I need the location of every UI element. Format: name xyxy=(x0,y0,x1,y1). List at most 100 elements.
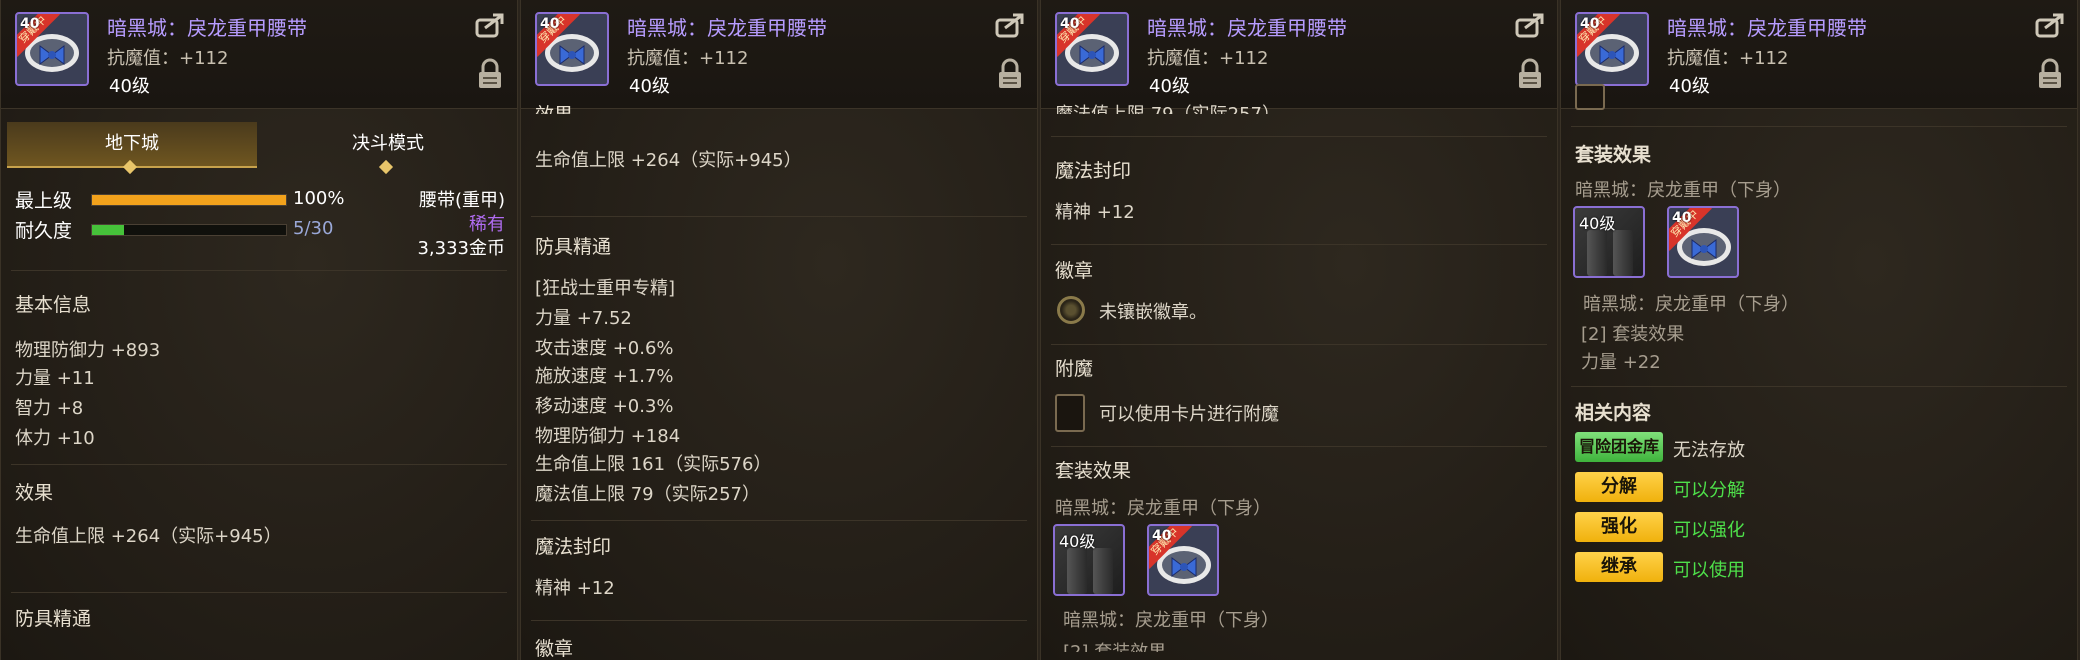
lock-icon[interactable] xyxy=(1517,58,1543,90)
seal-title: 魔法封印 xyxy=(1055,160,1132,182)
bow-icon xyxy=(559,45,585,65)
divider xyxy=(531,216,1027,217)
inherit-button[interactable]: 继承 xyxy=(1575,552,1663,582)
item-stat: 抗魔值：+112 xyxy=(1667,48,1789,69)
effect-line: 生命值上限 +264（实际+945） xyxy=(15,526,282,547)
item-header: 穿戴中 40 暗黑城：戾龙重甲腰带 抗魔值：+112 40级 xyxy=(1041,0,1557,109)
divider xyxy=(1051,244,1547,245)
item-rarity: 稀有 xyxy=(469,214,505,235)
mastery-line: 魔法值上限 79（实际257） xyxy=(535,484,760,505)
set-title: 套装效果 xyxy=(1055,460,1132,482)
icon-level-number: 40 xyxy=(1580,16,1600,32)
enchant-title: 附魔 xyxy=(1055,358,1094,380)
basic-line: 体力 +10 xyxy=(15,428,95,449)
mastery-line: 力量 +7.52 xyxy=(535,308,632,329)
grade-label: 最上级 xyxy=(15,190,73,212)
enchant-line: 可以使用卡片进行附魔 xyxy=(1099,404,1279,425)
divider xyxy=(11,270,507,271)
set-bonus-line: 力量 +22 xyxy=(1581,352,1661,373)
badge-slot-icon xyxy=(1057,296,1085,324)
card-slot-icon xyxy=(1575,84,1605,110)
set-piece-pants-icon[interactable]: 40级 xyxy=(1573,206,1645,278)
lock-icon[interactable] xyxy=(997,58,1023,90)
set-piece-level: 40级 xyxy=(1579,214,1616,233)
item-stat: 抗魔值：+112 xyxy=(107,48,229,69)
item-header: 穿戴中 40 暗黑城：戾龙重甲腰带 抗魔值：+112 40级 xyxy=(1561,0,2077,109)
bow-icon xyxy=(1599,45,1625,65)
icon-level-number: 40 xyxy=(540,16,560,32)
mastery-title: 防具精通 xyxy=(15,608,92,630)
pants-leg xyxy=(1093,548,1113,594)
set-piece-level: 40级 xyxy=(1059,532,1096,551)
effect-line: 生命值上限 +264（实际+945） xyxy=(535,150,802,171)
divider xyxy=(11,464,507,465)
vault-note: 无法存放 xyxy=(1673,440,1745,461)
share-icon[interactable] xyxy=(1515,12,1545,38)
effect-title: 效果 xyxy=(15,482,54,504)
set-title: 套装效果 xyxy=(1575,144,1652,166)
mastery-line: 生命值上限 161（实际576） xyxy=(535,454,772,475)
reinforce-note: 可以强化 xyxy=(1673,520,1745,541)
grade-bar-fill xyxy=(92,195,286,205)
tooltip-panel-4: 穿戴中 40 暗黑城：戾龙重甲腰带 抗魔值：+112 40级 套装效果 暗黑城：… xyxy=(1560,0,2078,660)
pants-leg xyxy=(1587,230,1607,276)
durability-label: 耐久度 xyxy=(15,220,73,242)
icon-level-number: 40 xyxy=(1060,16,1080,32)
mastery-line: 施放速度 +1.7% xyxy=(535,366,674,387)
inherit-note: 可以使用 xyxy=(1673,560,1745,581)
badge-line: 未镶嵌徽章。 xyxy=(1099,302,1207,323)
item-icon: 穿戴中 40 xyxy=(1575,12,1649,86)
set-piece-belt-icon[interactable]: 穿戴中 40 xyxy=(1147,524,1219,596)
item-icon: 穿戴中 40 xyxy=(535,12,609,86)
card-slot-icon xyxy=(1055,394,1085,432)
divider xyxy=(1051,344,1547,345)
reinforce-button[interactable]: 强化 xyxy=(1575,512,1663,542)
item-type: 腰带(重甲) xyxy=(418,190,505,211)
bow-icon xyxy=(39,45,65,65)
share-icon[interactable] xyxy=(475,12,505,38)
mastery-line: 移动速度 +0.3% xyxy=(535,396,674,417)
tab-marker xyxy=(122,159,138,175)
item-level: 40级 xyxy=(629,76,670,97)
set-name: 暗黑城：戾龙重甲（下身） xyxy=(1055,498,1271,519)
seal-line: 精神 +12 xyxy=(1055,202,1135,223)
set-piece-belt-icon[interactable]: 穿戴中 40 xyxy=(1667,206,1739,278)
item-name: 暗黑城：戾龙重甲腰带 xyxy=(1147,16,1347,40)
set-bonus-title: [2] 套装效果 xyxy=(1581,324,1685,345)
divider xyxy=(1051,446,1547,447)
tab-dungeon[interactable]: 地下城 xyxy=(7,122,257,175)
item-name: 暗黑城：戾龙重甲腰带 xyxy=(1667,16,1867,40)
item-name: 暗黑城：戾龙重甲腰带 xyxy=(107,16,307,40)
bow-icon xyxy=(1079,45,1105,65)
item-header: 穿戴中 40 暗黑城：戾龙重甲腰带 抗魔值：+112 40级 xyxy=(1,0,517,109)
divider xyxy=(1571,126,2067,127)
share-icon[interactable] xyxy=(2035,12,2065,38)
share-icon[interactable] xyxy=(995,12,1025,38)
divider xyxy=(1571,386,2067,387)
item-level: 40级 xyxy=(109,76,150,97)
item-price: 3,333金币 xyxy=(417,238,505,259)
disassemble-button[interactable]: 分解 xyxy=(1575,472,1663,502)
pants-leg xyxy=(1613,230,1633,276)
set-name: 暗黑城：戾龙重甲（下身） xyxy=(1575,180,1791,201)
icon-level-number: 40 xyxy=(1152,528,1172,544)
tab-duel[interactable]: 决斗模式 xyxy=(263,122,513,175)
effect-title-cut: 效果 xyxy=(535,100,573,114)
basic-line: 力量 +11 xyxy=(15,368,95,389)
seal-line: 精神 +12 xyxy=(535,578,615,599)
adventure-vault-button[interactable]: 冒险团金库 xyxy=(1575,432,1663,462)
item-stat: 抗魔值：+112 xyxy=(627,48,749,69)
grade-bar xyxy=(91,194,287,206)
grade-value: 100% xyxy=(293,188,345,209)
item-name: 暗黑城：戾龙重甲腰带 xyxy=(627,16,827,40)
lock-icon[interactable] xyxy=(2037,58,2063,90)
set-piece-name: 暗黑城：戾龙重甲（下身） xyxy=(1583,294,1799,315)
tooltip-panel-3: 穿戴中 40 暗黑城：戾龙重甲腰带 抗魔值：+112 40级 魔法值上限 79（… xyxy=(1040,0,1558,660)
item-stat: 抗魔值：+112 xyxy=(1147,48,1269,69)
icon-level-number: 40 xyxy=(1672,210,1692,226)
lock-icon[interactable] xyxy=(477,58,503,90)
durability-bar xyxy=(91,224,287,236)
durability-value: 5/30 xyxy=(293,218,334,239)
set-piece-pants-icon[interactable]: 40级 xyxy=(1053,524,1125,596)
set-bonus-cut: [2] 套装效果 xyxy=(1063,638,1166,652)
